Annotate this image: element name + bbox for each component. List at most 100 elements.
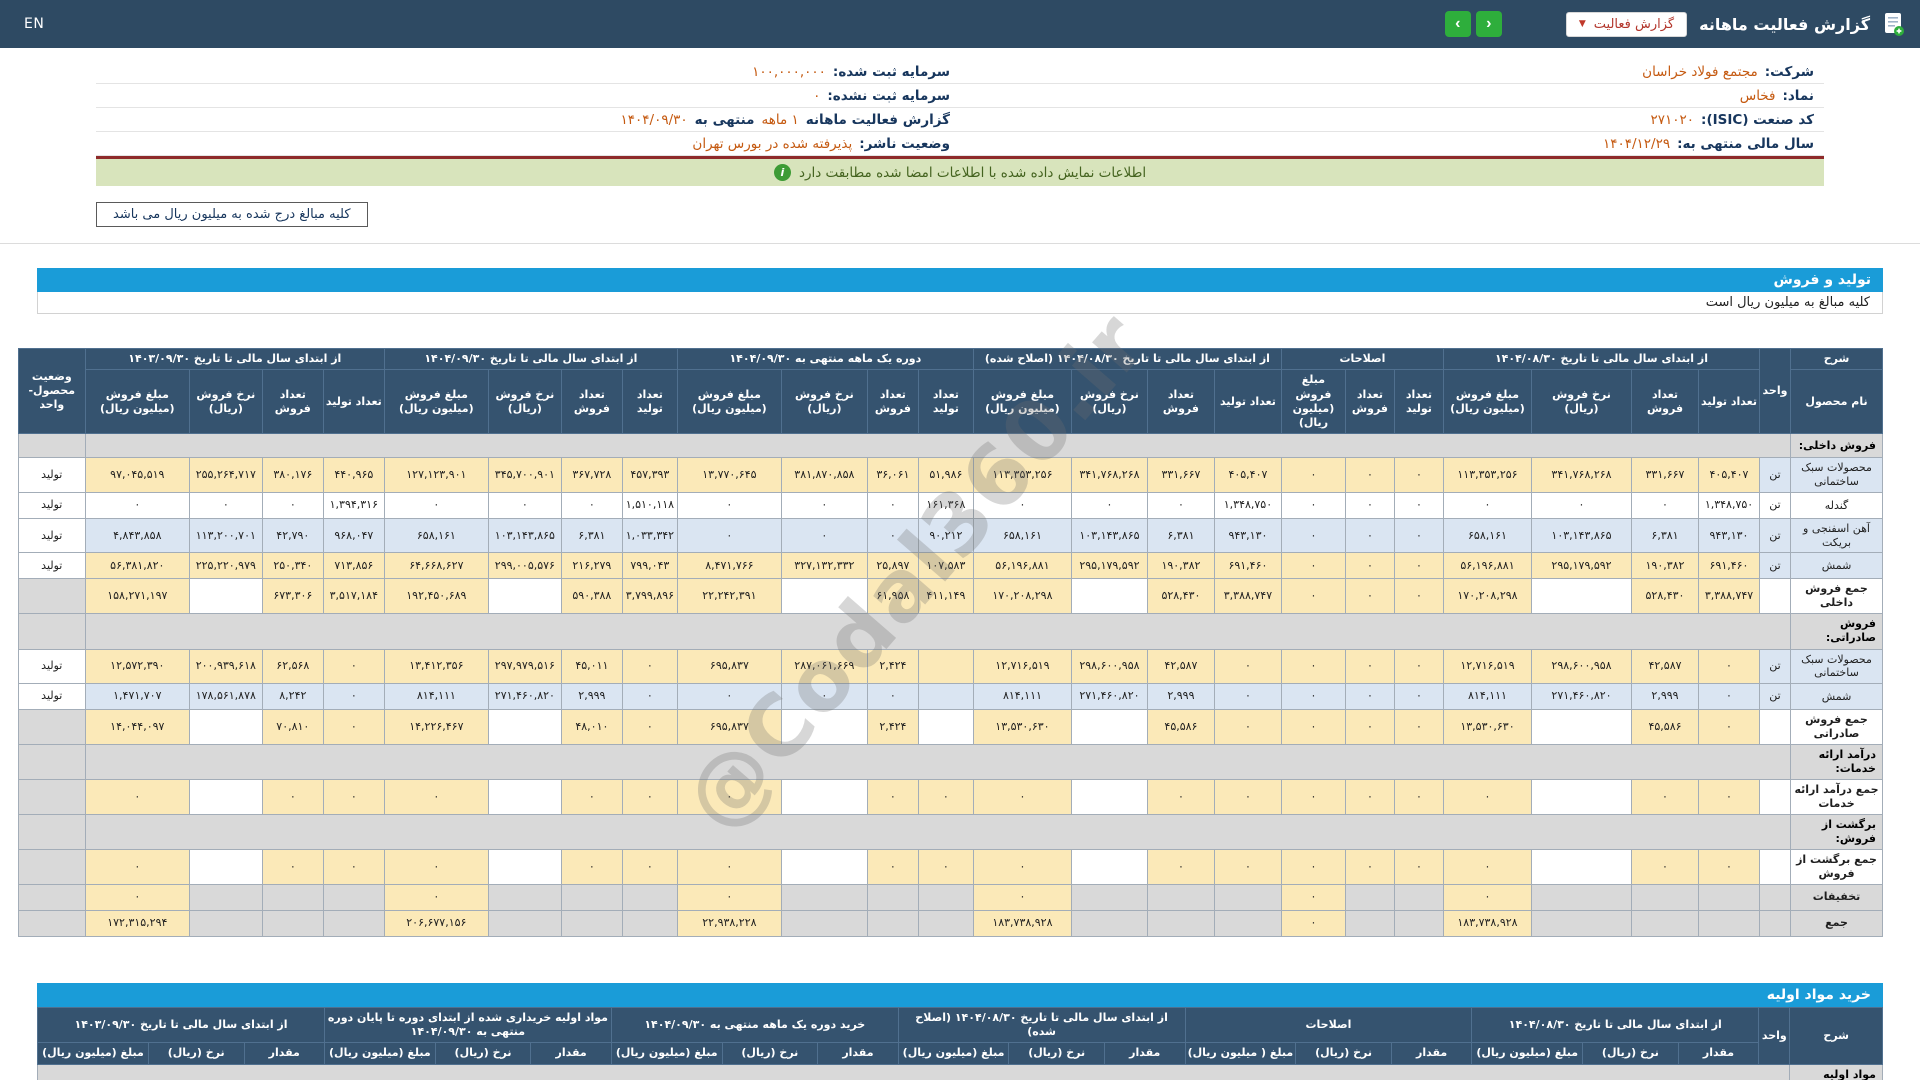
cell xyxy=(1146,909,1215,937)
cell: ۰ xyxy=(1393,578,1444,614)
cell xyxy=(621,909,678,937)
column-header: مقدار xyxy=(1104,1042,1186,1065)
cell: ۰ xyxy=(676,491,782,519)
cell: ۰ xyxy=(1280,779,1346,815)
info-label: وضعیت ناشر: xyxy=(859,135,950,152)
cell: ۶,۳۸۱ xyxy=(1146,517,1215,554)
cell: ۰ xyxy=(1280,849,1346,885)
column-header: نرخ فروش (ریال) xyxy=(188,369,263,435)
report-type-dropdown[interactable]: گزارش فعالیت ▼ xyxy=(1565,11,1688,37)
production-sales-table: شرح واحد از ابتدای سال مالی تا تاریخ ۱۴۰۴/… xyxy=(17,347,1883,937)
cell: ۰ xyxy=(261,779,324,815)
cell xyxy=(1213,909,1282,937)
cell: ۱۵۸,۲۷۱,۱۹۷ xyxy=(84,578,190,614)
column-header: تعداد تولید xyxy=(322,369,385,435)
cell: ۳,۷۹۹,۸۹۶ xyxy=(621,578,678,614)
cell: ۲۱۶,۲۷۹ xyxy=(560,552,623,580)
company-info-panel: شرکت: مجتمع فولاد خراسان نماد: فخاس کد صنعت … xyxy=(96,60,1824,227)
cell: ۴۵,۰۱۱ xyxy=(560,648,623,685)
cell xyxy=(188,883,263,911)
cell xyxy=(560,909,623,937)
cell: ۰ xyxy=(972,779,1072,815)
cell: ۴۰۵,۴۰۷ xyxy=(1698,457,1760,493)
prev-report-button[interactable]: ‹ xyxy=(1444,11,1471,37)
cell xyxy=(17,578,86,614)
cell xyxy=(36,1063,1791,1080)
cell: تن xyxy=(1759,457,1791,493)
language-toggle[interactable]: EN xyxy=(24,16,44,32)
cell: ۰ xyxy=(1698,849,1760,885)
cell: ۰ xyxy=(383,883,489,911)
cell xyxy=(1759,909,1791,937)
cell: ۰ xyxy=(1531,491,1632,519)
cell: ۰ xyxy=(917,849,974,885)
cell: ۱۲,۷۱۶,۵۱۹ xyxy=(972,648,1072,685)
row-label: جمع فروش صادراتی xyxy=(1790,709,1883,745)
cell: ۱۳,۷۷۰,۶۴۵ xyxy=(676,457,782,493)
column-header: تعداد تولید xyxy=(917,369,974,435)
cell xyxy=(560,883,623,911)
company-info-right-column: شرکت: مجتمع فولاد خراسان نماد: فخاس کد صنعت … xyxy=(960,60,1824,156)
info-label: سرمایه ثبت شده: xyxy=(832,63,950,80)
cell: ۰ xyxy=(322,683,385,711)
cell: ۰ xyxy=(1280,552,1346,580)
cell xyxy=(1213,883,1282,911)
cell: ۳۴۱,۷۶۸,۲۶۸ xyxy=(1531,457,1632,493)
column-header: نرخ (ریال) xyxy=(1295,1042,1392,1065)
cell: تولید xyxy=(17,683,86,711)
cell: ۰ xyxy=(1344,648,1395,685)
cell xyxy=(487,849,562,885)
column-header: تعداد فروش xyxy=(1146,369,1215,435)
row-label: آهن اسفنجی و بریکت xyxy=(1790,517,1883,554)
cell xyxy=(17,709,86,745)
info-row: نماد: فخاس xyxy=(960,84,1824,108)
info-label: شرکت: xyxy=(1764,63,1814,80)
cell xyxy=(17,779,86,815)
cell: ۰ xyxy=(1698,709,1760,745)
cell xyxy=(322,883,385,911)
cell xyxy=(17,849,86,885)
info-row: سرمایه ثبت نشده: ۰ xyxy=(96,84,960,108)
cell: ۰ xyxy=(1631,779,1699,815)
cell: تولید xyxy=(17,457,86,493)
cell: ۶۹۱,۴۶۰ xyxy=(1698,552,1760,580)
page: گزارش فعالیت ماهانه گزارش فعالیت ▼ ‹ › E… xyxy=(0,0,1920,1080)
cell: ۲۷۱,۴۶۰,۸۲۰ xyxy=(1070,683,1148,711)
cell: ۹۶۸,۰۴۷ xyxy=(322,517,385,554)
cell: ۰ xyxy=(866,491,919,519)
row-label: گندله xyxy=(1790,491,1883,519)
cell: ۶۷۳,۳۰۶ xyxy=(261,578,324,614)
cell xyxy=(1531,779,1632,815)
cell xyxy=(188,779,263,815)
cell: ۰ xyxy=(866,517,919,554)
cell: ۰ xyxy=(261,491,324,519)
info-row: گزارش فعالیت ماهانه ۱ ماهه منتهی به ۱۴۰۴/۰۹… xyxy=(96,108,960,132)
section-production-sales: تولید و فروش xyxy=(37,268,1883,292)
cell: ۰ xyxy=(322,709,385,745)
cell: تولید xyxy=(17,648,86,685)
cell xyxy=(1531,578,1632,614)
cell: ۰ xyxy=(1280,457,1346,493)
cell: ۳۶,۰۶۱ xyxy=(866,457,919,493)
next-report-button[interactable]: › xyxy=(1475,11,1502,37)
column-group-header: از ابتدای سال مالی تا تاریخ ۱۴۰۴/۰۸/۳۰ (… xyxy=(972,347,1282,371)
column-header: مقدار xyxy=(1677,1042,1760,1065)
cell: ۰ xyxy=(1393,491,1444,519)
cell xyxy=(780,883,868,911)
cell xyxy=(188,709,263,745)
column-group-header: از ابتدای سال مالی تا تاریخ ۱۴۰۳/۰۹/۳۰ xyxy=(36,1006,326,1044)
cell: ۶,۳۸۱ xyxy=(560,517,623,554)
row-label: محصولات سبک ساختمانی xyxy=(1790,648,1883,685)
cell: ۱۰۷,۵۸۳ xyxy=(917,552,974,580)
cell xyxy=(261,883,324,911)
column-header: شرح xyxy=(1789,1006,1883,1065)
cell: ۰ xyxy=(621,779,678,815)
cell xyxy=(84,612,1792,650)
page-title: گزارش فعالیت ماهانه xyxy=(1699,14,1870,34)
column-header: مقدار xyxy=(1390,1042,1473,1065)
topbar-right-group: گزارش فعالیت ماهانه گزارش فعالیت ▼ ‹ › xyxy=(1444,11,1904,37)
cell: ۰ xyxy=(1631,491,1699,519)
cell: ۰ xyxy=(1344,517,1395,554)
cell: ۱۴,۰۴۴,۰۹۷ xyxy=(84,709,190,745)
table-row: جمع برگشت از فروش ۰ ۰ ۰ ۰ ۰ ۰ ۰ ۰ ۰ ۰ ۰ ۰ ۰ ۰ ۰ ۰ ۰ ۰ xyxy=(17,849,1883,885)
